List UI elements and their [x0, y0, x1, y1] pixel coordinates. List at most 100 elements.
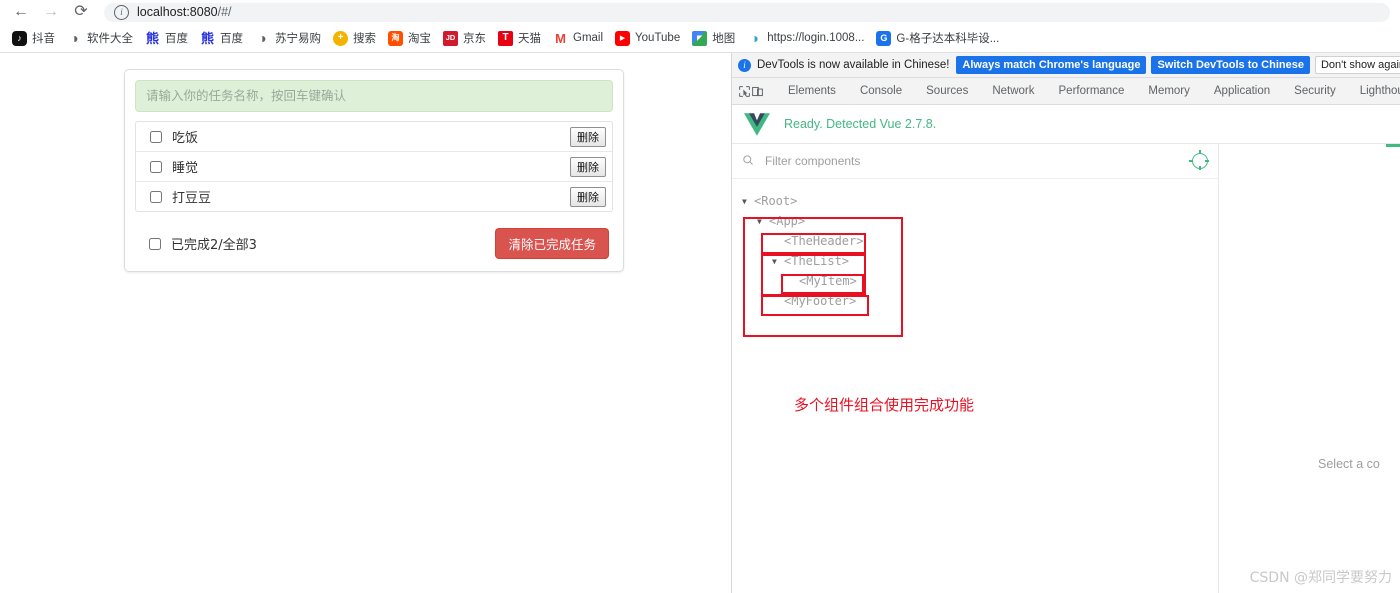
- site-info-icon[interactable]: i: [114, 4, 129, 20]
- highlight-box-myfooter: [761, 295, 869, 316]
- bookmark-item[interactable]: 淘淘宝: [382, 27, 437, 49]
- vue-status-text: Ready. Detected Vue 2.7.8.: [784, 117, 937, 131]
- forward-icon[interactable]: →: [36, 0, 66, 24]
- login-site-icon: ◑: [747, 30, 763, 46]
- browser-window: ← → ⟳ i localhost:8080/#/ ♪ 抖音 ◑ 软件大全 熊百度 …: [0, 0, 1400, 593]
- inspect-element-icon[interactable]: [738, 81, 751, 101]
- page-viewport: 吃饭 删除 睡觉 删除 打豆豆 删除 已完成2/全部3 清除已完成任务: [0, 53, 732, 593]
- bookmark-item[interactable]: G G-格子达本科毕设...: [870, 27, 1005, 49]
- bookmark-label: YouTube: [635, 32, 681, 44]
- highlight-box-theheader: [761, 233, 866, 254]
- clear-completed-button[interactable]: 清除已完成任务: [495, 228, 609, 259]
- gmail-icon: M: [553, 30, 568, 46]
- select-component-hint: Select a co: [1318, 457, 1380, 471]
- select-all-checkbox[interactable]: [149, 237, 161, 250]
- vue-devtools-header: Ready. Detected Vue 2.7.8.: [732, 105, 1400, 144]
- vue-logo-icon: [744, 112, 770, 136]
- todo-item-label: 吃饭: [172, 131, 199, 146]
- globe-icon: ◑: [67, 30, 82, 46]
- bookmark-item[interactable]: 熊百度: [194, 27, 249, 49]
- bookmark-item[interactable]: 熊百度: [139, 27, 194, 49]
- tab-performance[interactable]: Performance: [1047, 78, 1137, 104]
- address-bar[interactable]: i localhost:8080/#/: [104, 2, 1390, 22]
- bookmark-item[interactable]: ◑ 软件大全: [61, 27, 139, 49]
- tab-sources[interactable]: Sources: [914, 78, 980, 104]
- tab-network[interactable]: Network: [980, 78, 1046, 104]
- dont-show-again-button[interactable]: Don't show again: [1314, 56, 1400, 74]
- todo-item-checkbox[interactable]: [150, 130, 162, 143]
- bookmark-item[interactable]: ◤ 地图: [686, 27, 741, 49]
- url-path: /#/: [217, 5, 232, 19]
- tab-lighthouse[interactable]: Lighthouse: [1348, 78, 1400, 104]
- youtube-icon: ▶: [615, 30, 631, 46]
- todo-item-row[interactable]: 睡觉 删除: [136, 152, 612, 182]
- map-icon: ◤: [692, 30, 708, 46]
- todo-item-checkbox[interactable]: [150, 190, 162, 203]
- bookmark-item[interactable]: ◑ 苏宁易购: [249, 27, 327, 49]
- todo-item-checkbox[interactable]: [150, 160, 162, 173]
- devtools-language-banner: i DevTools is now available in Chinese! …: [732, 53, 1400, 78]
- bookmark-label: Gmail: [573, 32, 604, 44]
- tab-security[interactable]: Security: [1282, 78, 1348, 104]
- component-detail-pane: Select a co: [1219, 144, 1400, 593]
- bookmark-label: 搜索: [353, 33, 376, 45]
- address-bar-url: localhost:8080/#/: [137, 5, 232, 19]
- bookmark-label: https://login.1008...: [767, 32, 865, 44]
- filter-components-bar: [732, 144, 1218, 179]
- device-toolbar-icon[interactable]: [751, 81, 764, 101]
- component-tree-pane: ▼ <Root> ▼ <App> <TheHeader> ▼ <TheList>: [732, 144, 1219, 593]
- todo-footer: 已完成2/全部3 清除已完成任务: [135, 228, 613, 261]
- bookmark-label: 软件大全: [87, 33, 133, 45]
- gz-site-icon: G: [876, 30, 892, 46]
- banner-message: DevTools is now available in Chinese!: [757, 59, 950, 71]
- browser-toolbar: ← → ⟳ i localhost:8080/#/: [0, 0, 1400, 24]
- tab-elements[interactable]: Elements: [776, 78, 848, 104]
- url-host: localhost:8080: [137, 5, 218, 19]
- todo-item-row[interactable]: 打豆豆 删除: [136, 182, 612, 211]
- tab-console[interactable]: Console: [848, 78, 914, 104]
- bookmark-item[interactable]: ♪ 抖音: [6, 27, 61, 49]
- switch-to-chinese-button[interactable]: Switch DevTools to Chinese: [1151, 56, 1310, 74]
- bookmark-item[interactable]: ▶ YouTube: [609, 27, 686, 49]
- bookmark-label: 地图: [712, 33, 736, 45]
- tab-memory[interactable]: Memory: [1136, 78, 1202, 104]
- always-match-language-button[interactable]: Always match Chrome's language: [956, 56, 1147, 74]
- tree-node-label: <Root>: [754, 194, 798, 208]
- bookmark-item[interactable]: JD 京东: [437, 27, 492, 49]
- reload-icon[interactable]: ⟳: [66, 0, 96, 24]
- delete-todo-button[interactable]: 删除: [570, 126, 606, 147]
- todo-input[interactable]: [135, 80, 613, 112]
- bookmarks-bar: ♪ 抖音 ◑ 软件大全 熊百度 熊百度 ◑ 苏宁易购 + 搜索 淘淘宝 JD 京东 T 天猫…: [0, 24, 1400, 53]
- bookmark-item[interactable]: M Gmail: [547, 27, 609, 49]
- devtools-tab-bar: Elements Console Sources Network Perform…: [732, 78, 1400, 105]
- bookmark-label: 淘宝: [408, 33, 431, 45]
- filter-components-input[interactable]: [763, 153, 1192, 169]
- highlight-box-myitem: [781, 274, 864, 294]
- todo-item-label: 睡觉: [172, 161, 199, 176]
- bookmark-item[interactable]: + 搜索: [327, 27, 382, 49]
- douyin-icon: ♪: [12, 30, 27, 46]
- bookmark-label: 百度: [220, 33, 243, 45]
- devtools-panel: i DevTools is now available in Chinese! …: [732, 53, 1400, 593]
- bookmark-item[interactable]: T 天猫: [492, 27, 547, 49]
- search-icon: [742, 154, 754, 169]
- chevron-down-icon[interactable]: ▼: [742, 197, 754, 206]
- todo-item-row[interactable]: 吃饭 删除: [136, 122, 612, 152]
- bookmark-label: 天猫: [518, 33, 541, 45]
- back-icon[interactable]: ←: [6, 0, 36, 24]
- baidu-icon: 熊: [200, 30, 215, 46]
- delete-todo-button[interactable]: 删除: [570, 186, 606, 207]
- bookmark-item[interactable]: ◑ https://login.1008...: [741, 27, 870, 49]
- tree-node-root[interactable]: ▼ <Root>: [742, 191, 1218, 211]
- delete-todo-button[interactable]: 删除: [570, 156, 606, 177]
- bookmark-label: 苏宁易购: [275, 33, 321, 45]
- select-component-target-icon[interactable]: [1189, 150, 1208, 169]
- scroll-indicator: [1386, 144, 1400, 147]
- tab-application[interactable]: Application: [1202, 78, 1282, 104]
- watermark: CSDN @郑同学要努力: [1249, 570, 1392, 586]
- bookmark-label: 百度: [165, 33, 188, 45]
- baidu-icon: 熊: [145, 30, 160, 46]
- taobao-icon: 淘: [388, 30, 403, 46]
- todo-item-label: 打豆豆: [172, 191, 212, 206]
- globe-icon: ◑: [255, 30, 270, 46]
